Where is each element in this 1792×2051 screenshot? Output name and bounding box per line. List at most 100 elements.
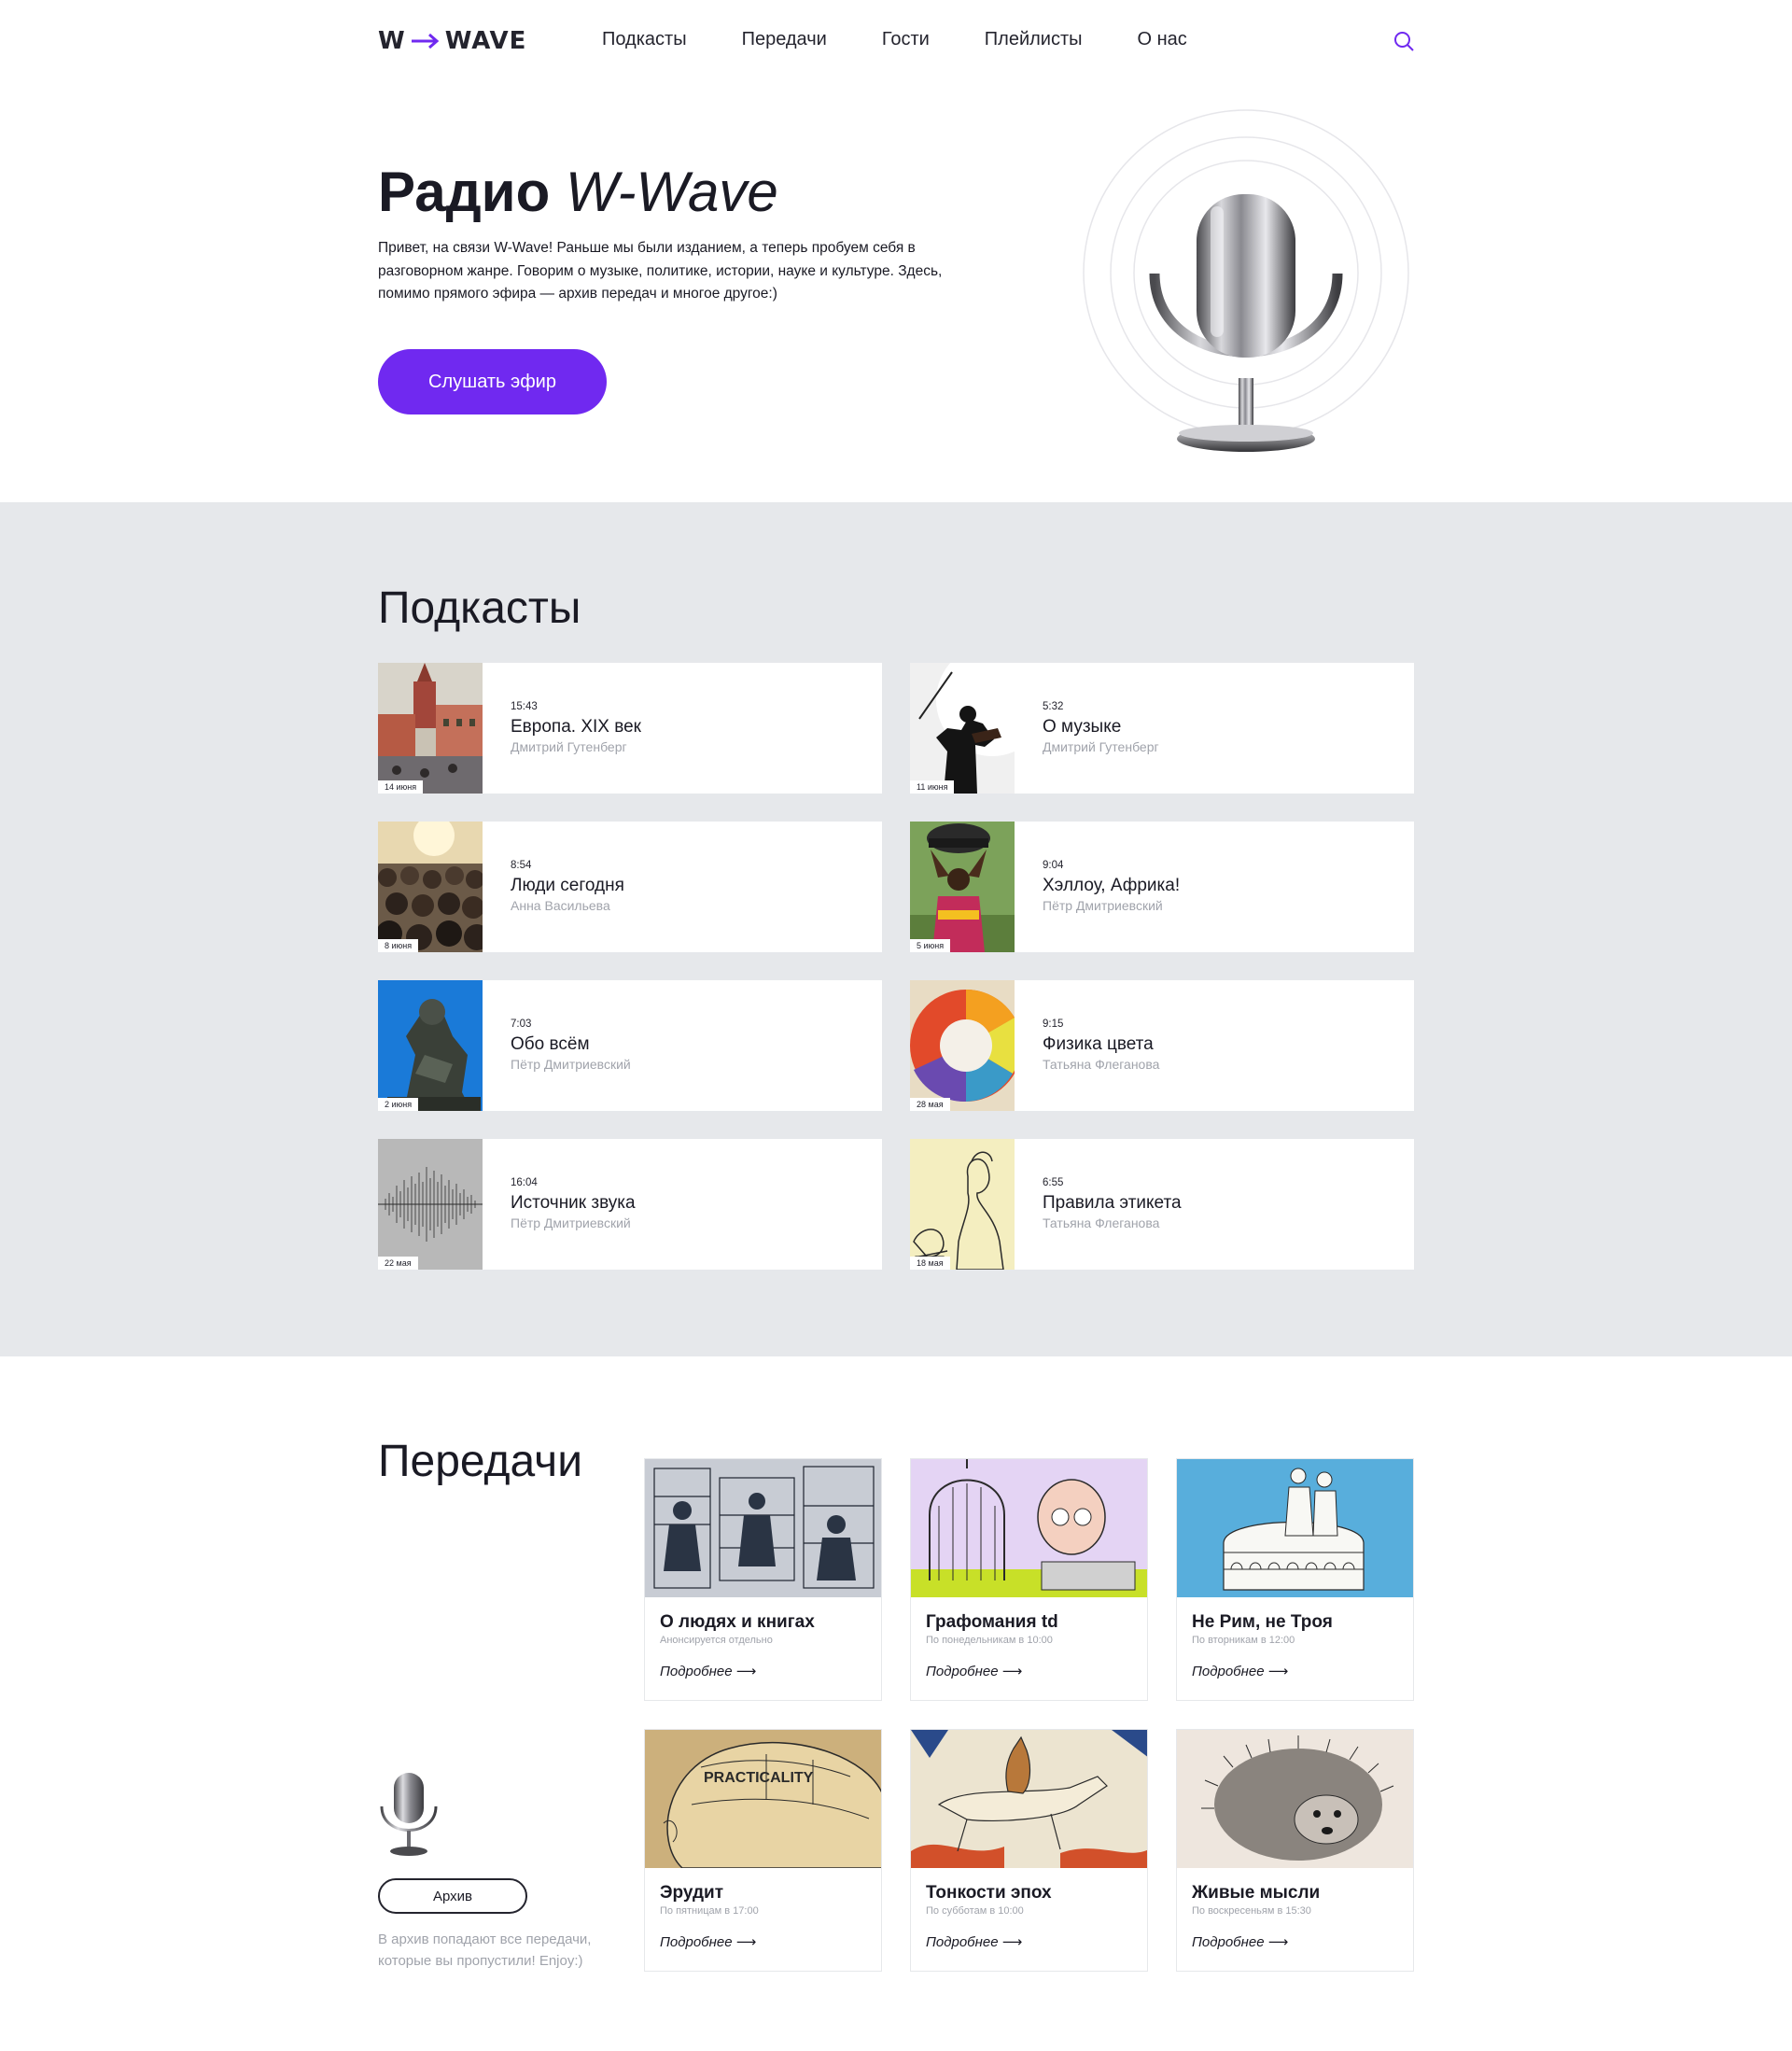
podcast-title: Люди сегодня bbox=[511, 876, 624, 895]
podcast-date: 11 июня bbox=[910, 780, 955, 794]
podcast-author: Дмитрий Гутенберг bbox=[511, 739, 627, 754]
show-card[interactable]: Не Рим, не Троя По вторникам в 12:00 Под… bbox=[1176, 1458, 1414, 1701]
podcast-title: О музыке bbox=[1043, 717, 1122, 737]
show-title: Эрудит bbox=[660, 1883, 724, 1903]
show-more-link[interactable]: Подробнее ⟶ bbox=[926, 1933, 1022, 1950]
show-image bbox=[645, 1459, 881, 1597]
podcast-title: Европа. XIX век bbox=[511, 717, 641, 737]
podcast-duration: 15:43 bbox=[511, 701, 538, 712]
show-schedule: По воскресеньям в 15:30 bbox=[1192, 1905, 1311, 1917]
hero-description: Привет, на связи W-Wave! Раньше мы были … bbox=[378, 240, 943, 302]
show-image: PRACTICALITY bbox=[645, 1730, 881, 1868]
show-schedule: По субботам в 10:00 bbox=[926, 1905, 1024, 1917]
podcast-title: Физика цвета bbox=[1043, 1034, 1154, 1054]
podcast-thumbnail: 8 июня bbox=[378, 822, 483, 952]
podcast-card[interactable]: 5 июня 9:04 Хэллоу, Африка! Пётр Дмитрие… bbox=[910, 822, 1414, 952]
podcast-author: Пётр Дмитриевский bbox=[511, 1057, 631, 1072]
podcast-author: Пётр Дмитриевский bbox=[1043, 898, 1163, 913]
site-header: W WAVE Подкасты Передачи Гости Плейлисты… bbox=[0, 0, 1792, 82]
archive-description: В архив попадают все передачи, которые в… bbox=[378, 1932, 592, 1969]
nav-item-podcasts[interactable]: Подкасты bbox=[602, 26, 687, 52]
podcast-card[interactable]: 28 мая 9:15 Физика цвета Татьяна Флегано… bbox=[910, 980, 1414, 1111]
podcast-date: 18 мая bbox=[910, 1257, 950, 1270]
podcast-duration: 16:04 bbox=[511, 1177, 538, 1188]
show-card[interactable]: Живые мысли По воскресеньям в 15:30 Подр… bbox=[1176, 1729, 1414, 1972]
podcast-card[interactable]: 14 июня 15:43 Европа. XIX век Дмитрий Гу… bbox=[378, 663, 882, 794]
archive-button[interactable]: Архив bbox=[378, 1878, 527, 1914]
show-card[interactable]: PRACTICALITY Эрудит По пятницам в 17:00 … bbox=[644, 1729, 882, 1972]
podcast-card[interactable]: 22 мая 16:04 Источник звука Пётр Дмитрие… bbox=[378, 1139, 882, 1270]
archive-microphone-icon bbox=[380, 1773, 438, 1856]
show-more-link[interactable]: Подробнее ⟶ bbox=[926, 1663, 1022, 1679]
nav-item-about[interactable]: О нас bbox=[1138, 26, 1187, 52]
podcast-title: Правила этикета bbox=[1043, 1193, 1182, 1213]
hero-title-bold: Радио bbox=[378, 161, 551, 223]
podcast-thumbnail: 5 июня bbox=[910, 822, 1015, 952]
podcast-title: Обо всём bbox=[511, 1034, 590, 1054]
show-title: Не Рим, не Троя bbox=[1192, 1612, 1333, 1632]
shows-title: Передачи bbox=[378, 1437, 582, 1486]
podcast-author: Дмитрий Гутенберг bbox=[1043, 739, 1159, 754]
show-image bbox=[911, 1730, 1147, 1868]
show-card[interactable]: Тонкости эпох По субботам в 10:00 Подроб… bbox=[910, 1729, 1148, 1972]
podcast-card[interactable]: 2 июня 7:03 Обо всём Пётр Дмитриевский bbox=[378, 980, 882, 1111]
site-logo[interactable]: W WAVE bbox=[378, 29, 526, 53]
show-image bbox=[911, 1459, 1147, 1597]
show-card[interactable]: О людях и книгах Анонсируется отдельно П… bbox=[644, 1458, 882, 1701]
podcast-date: 14 июня bbox=[378, 780, 424, 794]
podcast-card[interactable]: 18 мая 6:55 Правила этикета Татьяна Флег… bbox=[910, 1139, 1414, 1270]
podcasts-section: Подкасты 14 июня 15:43 Европа. XIX век Д… bbox=[0, 502, 1792, 1356]
podcast-date: 8 июня bbox=[378, 939, 419, 952]
podcasts-title: Подкасты bbox=[378, 583, 581, 633]
show-image bbox=[1177, 1459, 1413, 1597]
hero-title: Радио W-Wave bbox=[378, 159, 778, 226]
show-schedule: По понедельникам в 10:00 bbox=[926, 1635, 1053, 1646]
podcast-author: Пётр Дмитриевский bbox=[511, 1215, 631, 1230]
logo-left-text: W bbox=[378, 27, 406, 55]
podcast-duration: 9:15 bbox=[1043, 1018, 1064, 1030]
main-nav: Подкасты Передачи Гости Плейлисты О нас bbox=[602, 26, 1242, 52]
logo-right-text: WAVE bbox=[444, 27, 527, 55]
podcast-card[interactable]: 11 июня 5:32 О музыке Дмитрий Гутенберг bbox=[910, 663, 1414, 794]
hero-title-italic: W-Wave bbox=[565, 161, 778, 223]
podcast-thumbnail: 18 мая bbox=[910, 1139, 1015, 1270]
show-more-link[interactable]: Подробнее ⟶ bbox=[660, 1663, 756, 1679]
logo-arrow-icon bbox=[411, 33, 439, 49]
show-schedule: По пятницам в 17:00 bbox=[660, 1905, 759, 1917]
show-title: Живые мысли bbox=[1192, 1883, 1321, 1903]
show-title: О людях и книгах bbox=[660, 1612, 815, 1632]
nav-item-shows[interactable]: Передачи bbox=[742, 26, 827, 52]
podcast-author: Татьяна Флеганова bbox=[1043, 1215, 1160, 1230]
podcast-date: 2 июня bbox=[378, 1098, 419, 1111]
search-icon[interactable] bbox=[1393, 30, 1415, 52]
svg-text:PRACTICALITY: PRACTICALITY bbox=[704, 1770, 814, 1786]
podcast-duration: 9:04 bbox=[1043, 860, 1064, 871]
podcast-thumbnail: 22 мая bbox=[378, 1139, 483, 1270]
nav-item-guests[interactable]: Гости bbox=[882, 26, 930, 52]
podcast-author: Татьяна Флеганова bbox=[1043, 1057, 1160, 1072]
show-more-link[interactable]: Подробнее ⟶ bbox=[1192, 1933, 1288, 1950]
show-title: Тонкости эпох bbox=[926, 1883, 1052, 1903]
podcast-thumbnail: 2 июня bbox=[378, 980, 483, 1111]
show-image bbox=[1177, 1730, 1413, 1868]
nav-item-playlists[interactable]: Плейлисты bbox=[985, 26, 1083, 52]
podcast-thumbnail: 14 июня bbox=[378, 663, 483, 794]
podcast-duration: 8:54 bbox=[511, 860, 532, 871]
podcast-duration: 5:32 bbox=[1043, 701, 1064, 712]
show-more-link[interactable]: Подробнее ⟶ bbox=[1192, 1663, 1288, 1679]
podcast-title: Хэллоу, Африка! bbox=[1043, 876, 1181, 895]
podcast-duration: 7:03 bbox=[511, 1018, 532, 1030]
podcast-date: 28 мая bbox=[910, 1098, 950, 1111]
show-card[interactable]: Графомания td По понедельникам в 10:00 П… bbox=[910, 1458, 1148, 1701]
show-title: Графомания td bbox=[926, 1612, 1058, 1632]
show-schedule: По вторникам в 12:00 bbox=[1192, 1635, 1295, 1646]
podcast-thumbnail: 28 мая bbox=[910, 980, 1015, 1111]
podcast-author: Анна Васильева bbox=[511, 898, 610, 913]
podcast-title: Источник звука bbox=[511, 1193, 636, 1213]
listen-live-button[interactable]: Слушать эфир bbox=[378, 349, 607, 414]
podcast-duration: 6:55 bbox=[1043, 1177, 1064, 1188]
podcast-card[interactable]: 8 июня 8:54 Люди сегодня Анна Васильева bbox=[378, 822, 882, 952]
show-more-link[interactable]: Подробнее ⟶ bbox=[660, 1933, 756, 1950]
podcast-thumbnail: 11 июня bbox=[910, 663, 1015, 794]
microphone-illustration bbox=[1083, 109, 1409, 452]
